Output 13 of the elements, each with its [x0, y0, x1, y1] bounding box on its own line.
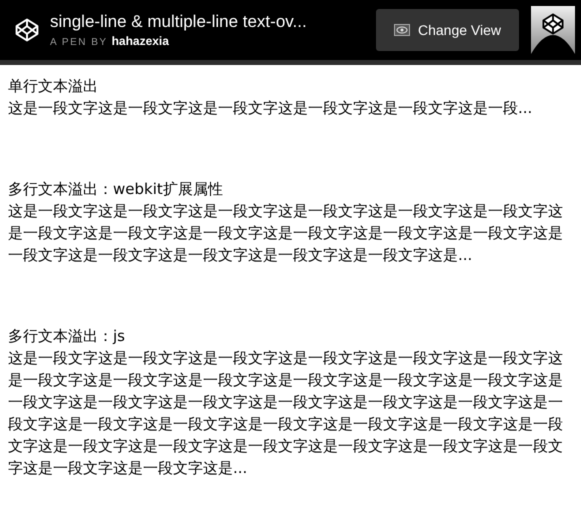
overflow-paragraph: 这是一段文字这是一段文字这是一段文字这是一段文字这是一段文字这是一段文字这是一段文字这是一段文字这是一段文字这是一段文字这是一段文字这是一段文字这是一段文字这是一段文字这是一段文字这是一段文字这是一段文字这是...	[8, 201, 564, 266]
pen-title: single-line & multiple-line text-ov...	[50, 12, 308, 32]
avatar-icon[interactable]	[531, 6, 575, 54]
section-heading: 多行文本溢出：webkit扩展属性	[8, 179, 224, 200]
section-heading: 多行文本溢出：js	[8, 326, 126, 347]
byline-label: A PEN BY	[50, 37, 108, 48]
overflow-paragraph: 这是一段文字这是一段文字这是一段文字这是一段文字这是一段文字这是一段...	[8, 98, 534, 119]
section-heading: 单行文本溢出	[8, 76, 99, 97]
logo-icon[interactable]	[14, 17, 40, 43]
eye-icon	[394, 24, 410, 36]
overflow-paragraph: 这是一段文字这是一段文字这是一段文字这是一段文字这是一段文字这是一段文字这是一段文字这是一段文字这是一段文字这是一段文字这是一段文字这是一段文字这是一段文字这是一段文字这是一段文字这是一段文字这是一段文字这是一段文字这是一段文字这是一段文字这是一段文字这是一段文字这是一段文字这是一段文字这是一段文字这是一段文字这是一段文字这是一段文字这是一段文字这是一段文字这是一段文字这是一段文字这是一段文字这是...	[8, 348, 564, 479]
change-view-button[interactable]: Change View	[376, 9, 519, 51]
author-link[interactable]: hahazexia	[112, 34, 169, 48]
